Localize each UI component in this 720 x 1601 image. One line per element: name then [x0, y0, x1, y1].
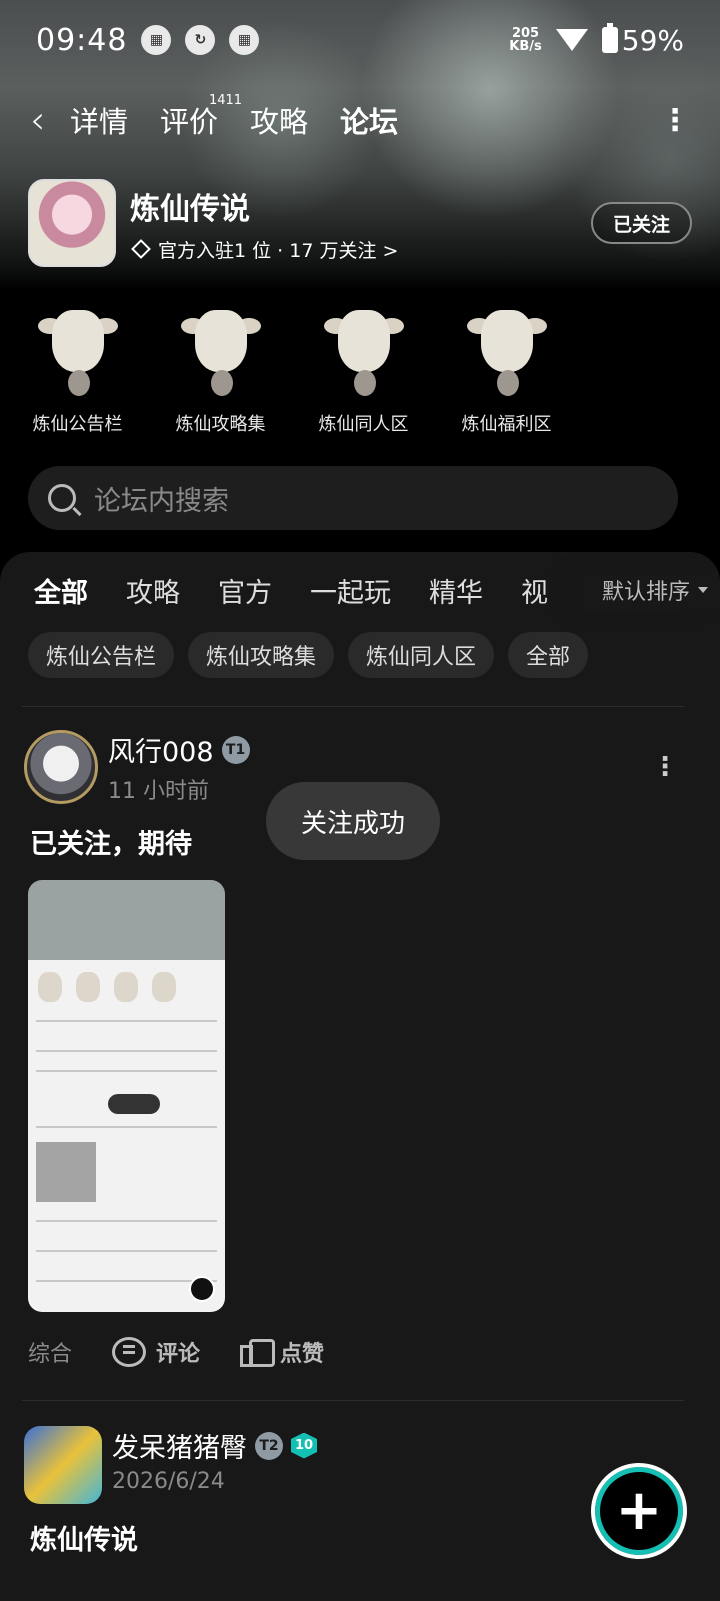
board-welfare[interactable]: 炼仙福利区: [449, 300, 564, 436]
comment-icon: [112, 1337, 147, 1367]
search-placeholder: 论坛内搜索: [94, 485, 229, 517]
battery-indicator: 59%: [601, 23, 684, 57]
thumbs-up-icon: [240, 1337, 276, 1367]
more-vertical-icon[interactable]: ⋮: [652, 752, 678, 782]
battery-icon: [601, 23, 618, 53]
plus-icon: +: [615, 1478, 663, 1543]
create-post-button[interactable]: +: [591, 1463, 687, 1559]
status-time: 09:48: [36, 22, 128, 58]
post-title[interactable]: 炼仙传说: [30, 1518, 138, 1557]
post-title[interactable]: 已关注，期待: [30, 822, 192, 861]
tab-reviews[interactable]: 评价 1411: [160, 93, 242, 141]
game-header: 炼仙传说 官方入驻1 位 · 17 万关注 > 已关注: [28, 178, 692, 268]
author-name: 风行008: [108, 737, 214, 768]
category-tabs: 全部 攻略 官方 一起玩 精华 视 默认排序: [34, 570, 720, 610]
post-image[interactable]: [28, 880, 225, 1312]
tab-official[interactable]: 官方: [218, 571, 272, 610]
tab-all[interactable]: 全部: [34, 571, 88, 610]
calendar-icon: ▦: [229, 25, 260, 55]
post-tag[interactable]: 综合: [28, 1336, 72, 1368]
avatar[interactable]: [24, 1426, 102, 1504]
game-title: 炼仙传说: [130, 191, 250, 227]
follow-button[interactable]: 已关注: [590, 202, 692, 244]
tab-guides[interactable]: 攻略: [250, 99, 308, 141]
wifi-icon: [555, 29, 588, 51]
top-nav: ‹ 详情 评价 1411 攻略 论坛 ⋮: [30, 93, 690, 145]
tab-forum[interactable]: 论坛: [338, 99, 401, 141]
tab-featured[interactable]: 精华: [429, 571, 483, 610]
mascot-image: [466, 300, 547, 400]
calendar-icon: ▦: [141, 25, 172, 55]
rank-badge: T1: [221, 735, 250, 764]
network-speed: 205 KB/s: [509, 26, 542, 54]
tab-guides[interactable]: 攻略: [126, 571, 180, 610]
chip-fanart[interactable]: 炼仙同人区: [348, 632, 495, 678]
board-announcements[interactable]: 炼仙公告栏: [20, 300, 135, 436]
tab-details[interactable]: 详情: [70, 99, 128, 141]
phone-sync-icon: ↻: [185, 25, 216, 55]
status-bar: 09:48 ▦ ↻ ▦ 205 KB/s 59%: [36, 18, 684, 62]
avatar[interactable]: [24, 730, 98, 804]
like-button[interactable]: 点赞: [240, 1336, 324, 1368]
board-fanart[interactable]: 炼仙同人区: [306, 300, 421, 436]
chip-announcements[interactable]: 炼仙公告栏: [28, 632, 175, 678]
post-time: 2026/6/24: [112, 1469, 225, 1494]
review-count: 1411: [208, 93, 243, 108]
divider: [22, 1400, 684, 1401]
chip-guides[interactable]: 炼仙攻略集: [188, 632, 335, 678]
more-vertical-icon[interactable]: ⋮: [660, 103, 690, 138]
game-stats[interactable]: 官方入驻1 位 · 17 万关注 >: [130, 236, 398, 263]
caret-down-icon: [698, 587, 708, 593]
post-time: 11 小时前: [108, 779, 209, 804]
mascot-image: [180, 300, 261, 400]
post-author[interactable]: 发呆猪猪臀 T2 10 2026/6/24: [24, 1426, 317, 1504]
author-name: 发呆猪猪臀: [112, 1433, 247, 1464]
rank-badge: T2: [255, 1431, 283, 1460]
mascot-image: [323, 300, 404, 400]
sort-dropdown[interactable]: 默认排序: [583, 570, 720, 610]
search-icon: [48, 484, 76, 512]
divider: [22, 706, 684, 707]
level-badge: 10: [291, 1432, 317, 1459]
game-icon[interactable]: [28, 179, 116, 267]
toast-message: 关注成功: [266, 782, 440, 860]
comment-button[interactable]: 评论: [112, 1336, 200, 1368]
tab-video[interactable]: 视: [521, 571, 548, 610]
board-guides[interactable]: 炼仙攻略集: [163, 300, 278, 436]
diamond-icon: [131, 239, 151, 259]
forum-feed: 全部 攻略 官方 一起玩 精华 视 默认排序 炼仙公告栏 炼仙攻略集 炼仙同人区…: [0, 552, 720, 1601]
mascot-image: [37, 300, 118, 400]
tab-play-together[interactable]: 一起玩: [310, 571, 391, 610]
post-actions: 综合 评论 点赞: [28, 1336, 686, 1368]
filter-chips: 炼仙公告栏 炼仙攻略集 炼仙同人区 全部: [28, 632, 589, 678]
board-shortcuts: 炼仙公告栏 炼仙攻略集 炼仙同人区 炼仙福利区: [20, 300, 564, 436]
back-arrow-icon[interactable]: ‹: [30, 98, 70, 142]
chip-all[interactable]: 全部: [508, 632, 589, 678]
search-input[interactable]: 论坛内搜索: [28, 466, 678, 530]
post-author[interactable]: 风行008 T1 11 小时前: [24, 730, 250, 805]
